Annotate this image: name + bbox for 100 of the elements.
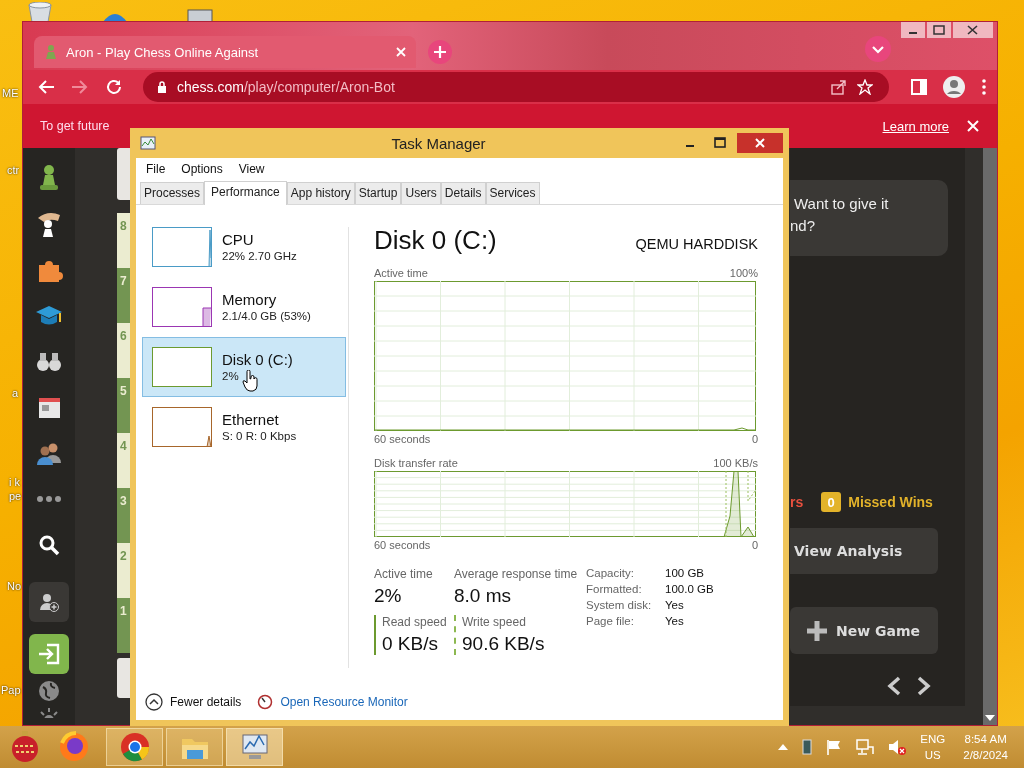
reload-icon[interactable]: [105, 78, 123, 96]
tab[interactable]: Processes: [140, 182, 205, 204]
menu-icon[interactable]: [981, 79, 987, 95]
tab[interactable]: Users: [401, 182, 441, 204]
collapse-icon: [145, 693, 163, 711]
share-icon[interactable]: [831, 79, 847, 95]
icon-label: i k: [9, 475, 20, 489]
resource-name: Memory: [222, 291, 277, 308]
rank-label: 8: [120, 219, 127, 233]
flag-icon[interactable]: [826, 739, 843, 755]
stat-value: 2%: [374, 585, 403, 607]
show-hidden-icon[interactable]: [778, 743, 789, 751]
resource-item[interactable]: Disk 0 (C:) 2%: [142, 337, 346, 397]
rank-label: 4: [120, 439, 127, 453]
stat-value: 8.0 ms: [454, 585, 513, 607]
dropdown-icon[interactable]: [865, 36, 891, 62]
resource-item[interactable]: Memory 2.1/4.0 GB (53%): [142, 277, 346, 337]
message-text: Want to give it: [793, 194, 890, 214]
chevron-right-icon[interactable]: [917, 676, 931, 696]
resource-value: 2%: [222, 369, 239, 383]
resource-monitor-icon: [257, 694, 274, 710]
resource-value: 22% 2.70 GHz: [222, 249, 297, 263]
tab[interactable]: Startup: [354, 182, 402, 204]
add-person-icon: [39, 592, 59, 612]
player-card: [117, 148, 131, 200]
add-friend-button[interactable]: [29, 582, 69, 622]
disk-model: QEMU HARDDISK: [635, 236, 758, 252]
close-icon[interactable]: [396, 47, 406, 57]
brightness-icon[interactable]: [38, 708, 60, 718]
globe-icon[interactable]: [38, 680, 60, 702]
pawn-icon: [44, 44, 58, 60]
sign-in-icon: [38, 643, 60, 665]
new-tab-icon[interactable]: [428, 40, 452, 64]
stat-value: 90.6 KB/s: [462, 633, 546, 655]
fewer-details-link[interactable]: Fewer details: [145, 693, 242, 711]
property-value: Yes: [665, 615, 685, 627]
rank-label: 2: [120, 549, 127, 563]
resource-monitor-link[interactable]: Open Resource Monitor: [257, 694, 408, 710]
login-button[interactable]: [29, 634, 69, 674]
graph-label: Active time: [374, 267, 428, 279]
icon-label: ctr: [7, 163, 20, 177]
plus-icon: [806, 619, 828, 642]
menu-item[interactable]: View: [238, 162, 265, 176]
back-icon[interactable]: [37, 79, 55, 95]
stat-label: rs: [790, 494, 804, 510]
stat-label: Write speed: [462, 615, 527, 629]
ornament-icon[interactable]: [10, 731, 40, 763]
rank-label: 7: [120, 274, 127, 288]
new-game-button[interactable]: New Game: [790, 607, 938, 654]
tab[interactable]: Details: [440, 182, 486, 204]
minimize-icon[interactable]: [901, 22, 925, 38]
tab[interactable]: Performance: [204, 181, 287, 205]
graph-span: 60 seconds: [374, 433, 431, 445]
player-card: [117, 658, 131, 698]
firefox-icon[interactable]: [58, 731, 90, 763]
info-message: To get future: [40, 119, 110, 133]
rank-label: 1: [120, 604, 127, 618]
menu-item[interactable]: File: [146, 162, 166, 176]
profile-icon[interactable]: [943, 76, 965, 98]
close-icon[interactable]: [967, 120, 979, 132]
resource-value: S: 0 R: 0 Kbps: [222, 429, 297, 443]
battery-icon[interactable]: [802, 739, 813, 755]
scrollbar[interactable]: [983, 148, 997, 725]
close-icon[interactable]: [953, 22, 993, 38]
muted-speaker-icon[interactable]: [888, 739, 907, 755]
scroll-down-icon: [985, 715, 995, 721]
tab[interactable]: App history: [286, 182, 355, 204]
learn-more-link[interactable]: Learn more: [882, 118, 949, 134]
message-text: nd?: [790, 216, 817, 236]
address-bar[interactable]: chess.com/play/computer/Aron-Bot: [143, 72, 889, 102]
graph-span: 60 seconds: [374, 539, 431, 551]
resource-item[interactable]: CPU 22% 2.70 GHz: [142, 217, 346, 277]
graph-label: Disk transfer rate: [374, 457, 458, 469]
stat-label: Average response time: [454, 567, 579, 581]
property-value: 100 GB: [665, 567, 705, 579]
stat-value: 0 KB/s: [382, 633, 439, 655]
stat-label: Missed Wins: [848, 494, 933, 510]
property-label: System disk:: [586, 599, 653, 611]
graph-max: 100%: [729, 267, 758, 279]
performance-chart-icon: [140, 136, 156, 150]
resource-value: 2.1/4.0 GB (53%): [222, 309, 311, 323]
tab[interactable]: Services: [485, 182, 540, 204]
resource-item[interactable]: Ethernet S: 0 R: 0 Kbps: [142, 397, 346, 457]
graph-min: 0: [751, 433, 758, 445]
icon-label: ME: [2, 86, 19, 100]
taskbar-button[interactable]: [106, 728, 163, 766]
view-analysis-button[interactable]: View Analysis: [790, 528, 938, 574]
side-panel-icon[interactable]: [911, 79, 927, 95]
close-icon[interactable]: [737, 133, 783, 153]
chevron-left-icon[interactable]: [887, 676, 901, 696]
restore-icon[interactable]: [927, 22, 951, 38]
chrome-icon: [118, 731, 151, 763]
browser-tab[interactable]: Aron - Play Chess Online Against: [34, 36, 416, 68]
stat-label: Read speed: [382, 615, 448, 629]
taskbar-button[interactable]: [226, 728, 283, 766]
star-icon[interactable]: [857, 79, 873, 95]
menu-item[interactable]: Options: [181, 162, 223, 176]
resource-name: Disk 0 (C:): [222, 351, 293, 368]
stat-label: Active time: [374, 567, 434, 581]
network-icon[interactable]: [856, 739, 875, 755]
